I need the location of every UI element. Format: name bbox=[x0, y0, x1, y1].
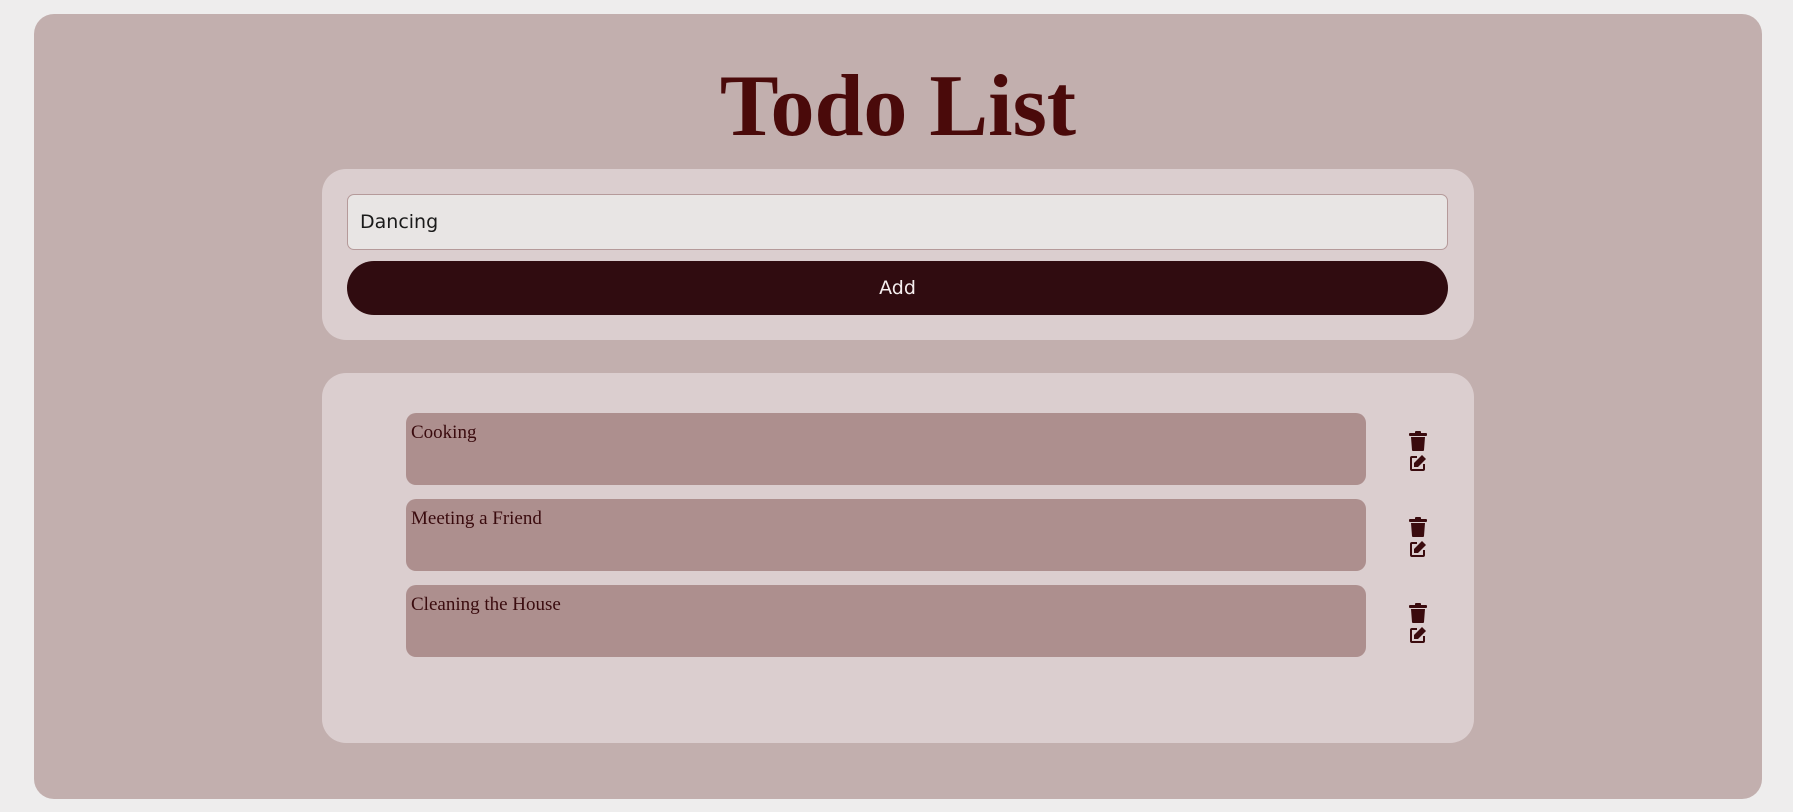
todo-actions bbox=[1406, 603, 1430, 649]
todo-actions bbox=[1406, 431, 1430, 477]
todo-item: Cleaning the House bbox=[406, 585, 1446, 657]
trash-icon[interactable] bbox=[1407, 603, 1429, 623]
add-todo-card: Add bbox=[322, 169, 1474, 340]
todo-text[interactable]: Cooking bbox=[406, 413, 1366, 485]
todo-app: Todo List Add Cooking Meeting a Friend bbox=[34, 14, 1762, 799]
edit-icon[interactable] bbox=[1407, 540, 1429, 560]
edit-icon[interactable] bbox=[1407, 626, 1429, 646]
trash-icon[interactable] bbox=[1407, 431, 1429, 451]
todo-list-card: Cooking Meeting a Friend Cleaning the Ho… bbox=[322, 373, 1474, 743]
todo-text[interactable]: Meeting a Friend bbox=[406, 499, 1366, 571]
todo-item: Meeting a Friend bbox=[406, 499, 1446, 571]
todo-text[interactable]: Cleaning the House bbox=[406, 585, 1366, 657]
add-button[interactable]: Add bbox=[347, 261, 1448, 315]
trash-icon[interactable] bbox=[1407, 517, 1429, 537]
todo-input[interactable] bbox=[347, 194, 1448, 250]
todo-list: Cooking Meeting a Friend Cleaning the Ho… bbox=[406, 413, 1446, 671]
todo-item: Cooking bbox=[406, 413, 1446, 485]
page-title: Todo List bbox=[719, 58, 1077, 155]
todo-actions bbox=[1406, 517, 1430, 563]
edit-icon[interactable] bbox=[1407, 454, 1429, 474]
